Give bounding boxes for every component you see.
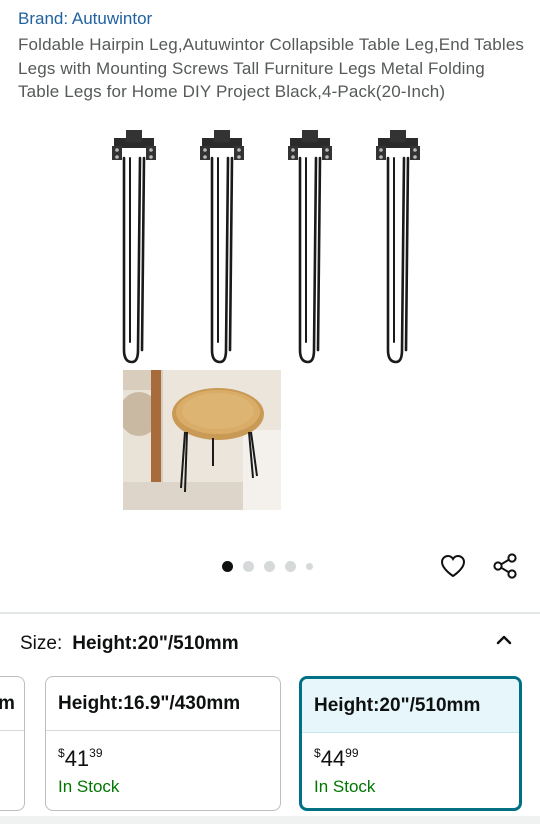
price-fraction: 39 xyxy=(89,746,103,760)
size-swatch-selected[interactable]: Height:20"/510mm $4499 In Stock xyxy=(299,676,522,811)
carousel-dot[interactable] xyxy=(306,563,313,570)
carousel-dot[interactable] xyxy=(222,561,233,572)
swatch-label: Height:20"/510mm xyxy=(302,679,519,733)
swatch-stock-status: In Stock xyxy=(314,777,376,796)
collapse-sizes-button[interactable] xyxy=(493,629,515,651)
heart-icon xyxy=(440,554,466,578)
brand-link[interactable]: Brand: Autuwintor xyxy=(18,9,152,29)
carousel-dot[interactable] xyxy=(243,561,254,572)
size-swatch[interactable]: m xyxy=(0,676,25,811)
swatch-label: m xyxy=(0,677,24,731)
price-whole: 44 xyxy=(320,746,346,771)
size-swatch-list: m Height:16.9"/430mm $4139 In Stock Heig… xyxy=(0,676,540,812)
chevron-up-icon xyxy=(496,635,512,645)
share-icon xyxy=(493,553,517,579)
swatch-price: $4139 xyxy=(58,746,103,772)
size-selected-value: Height:20"/510mm xyxy=(72,633,239,654)
price-whole: 41 xyxy=(64,746,90,771)
swatch-label: Height:16.9"/430mm xyxy=(46,677,280,731)
hairpin-legs-image xyxy=(112,128,422,364)
carousel-dots[interactable] xyxy=(222,561,313,572)
share-button[interactable] xyxy=(490,551,520,581)
section-divider xyxy=(0,612,540,614)
price-fraction: 99 xyxy=(345,746,359,760)
price-currency: $ xyxy=(314,746,321,760)
product-title: Foldable Hairpin Leg,Autuwintor Collapsi… xyxy=(18,35,525,101)
swatch-stock-status: In Stock xyxy=(58,777,120,796)
swatch-price: $4499 xyxy=(314,746,359,772)
side-table-image xyxy=(123,370,281,510)
size-swatch[interactable]: Height:16.9"/430mm $4139 In Stock xyxy=(45,676,281,811)
bottom-divider xyxy=(0,816,540,824)
size-selector-header: Size: Height:20"/510mm xyxy=(20,633,239,655)
size-label: Size: xyxy=(20,633,63,654)
carousel-dot[interactable] xyxy=(264,561,275,572)
image-gallery[interactable] xyxy=(0,124,540,544)
carousel-dot[interactable] xyxy=(285,561,296,572)
price-currency: $ xyxy=(58,746,65,760)
wishlist-button[interactable] xyxy=(438,551,468,581)
